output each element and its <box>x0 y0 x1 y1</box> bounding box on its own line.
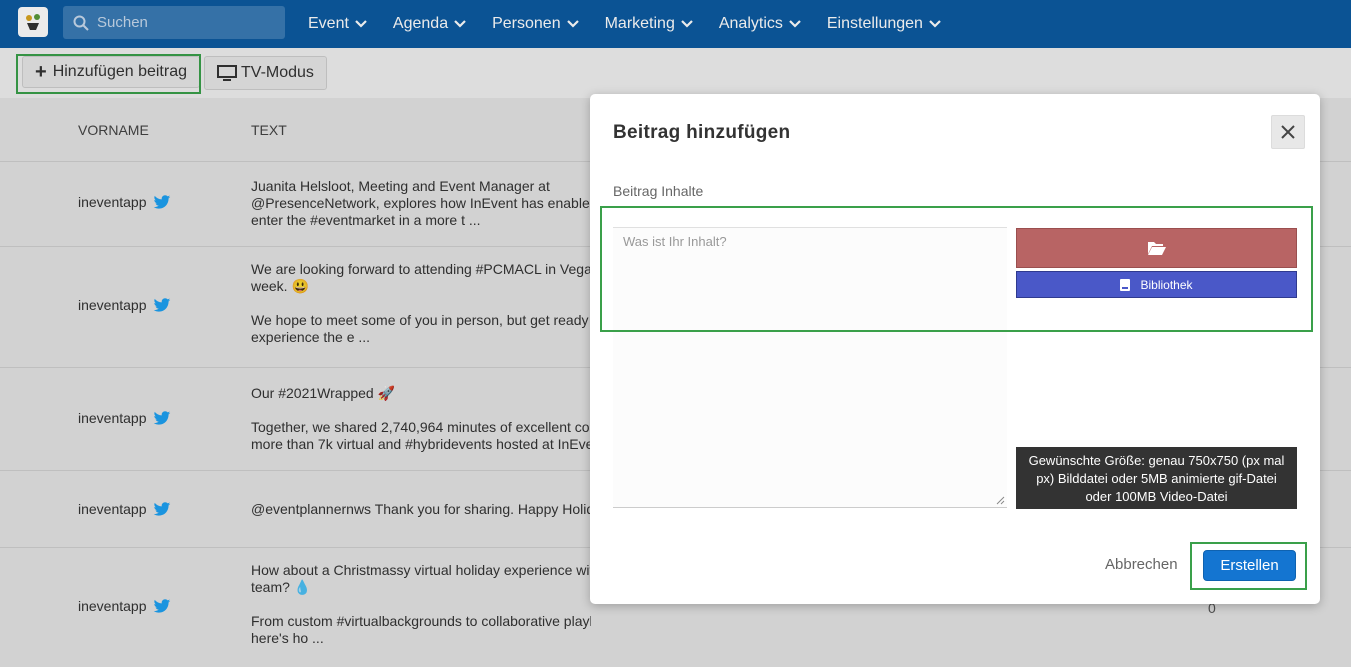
content-field-label: Beitrag Inhalte <box>613 183 704 199</box>
resize-grip-icon[interactable] <box>995 495 1005 505</box>
size-hint-tooltip: Gewünschte Größe: genau 750x750 (px mal … <box>1016 447 1297 509</box>
close-button[interactable] <box>1271 115 1305 149</box>
highlight-upload-area <box>600 206 1313 332</box>
add-post-dialog: Beitrag hinzufügen Beitrag Inhalte Bibli… <box>590 94 1320 604</box>
close-icon <box>1281 125 1295 139</box>
cancel-button[interactable]: Abbrechen <box>1105 556 1178 573</box>
highlight-create-button <box>1190 542 1307 590</box>
dialog-title: Beitrag hinzufügen <box>613 122 791 143</box>
